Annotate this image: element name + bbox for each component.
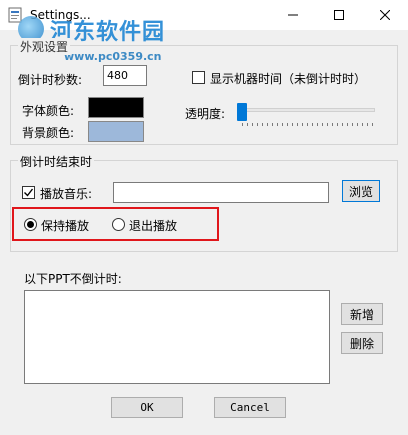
play-music-checkbox[interactable] bbox=[22, 186, 35, 199]
font-color-swatch[interactable] bbox=[88, 97, 144, 118]
countdown-seconds-label: 倒计时秒数: bbox=[18, 73, 83, 87]
delete-ppt-button[interactable]: 删除 bbox=[341, 332, 383, 354]
exit-playing-radio[interactable] bbox=[112, 218, 125, 231]
radio-selected-dot bbox=[27, 221, 34, 228]
opacity-slider-track[interactable] bbox=[240, 108, 375, 112]
close-button[interactable] bbox=[362, 0, 408, 30]
show-machine-time-checkbox[interactable] bbox=[192, 71, 205, 84]
checkmark-icon bbox=[24, 188, 34, 197]
minimize-icon bbox=[288, 14, 298, 16]
ppt-exclusion-list[interactable] bbox=[24, 290, 330, 384]
font-color-label: 字体颜色: bbox=[22, 104, 75, 118]
ok-button[interactable]: OK bbox=[111, 397, 183, 418]
countdown-end-group-title: 倒计时结束时 bbox=[18, 153, 95, 170]
opacity-label: 透明度: bbox=[185, 107, 226, 121]
appearance-group-title: 外观设置 bbox=[18, 38, 71, 55]
keep-playing-label: 保持播放 bbox=[41, 219, 90, 233]
add-ppt-button[interactable]: 新增 bbox=[341, 303, 383, 325]
opacity-slider-thumb[interactable] bbox=[237, 103, 247, 121]
exit-playing-label: 退出播放 bbox=[129, 219, 178, 233]
maximize-button[interactable] bbox=[316, 0, 362, 30]
cancel-button[interactable]: Cancel bbox=[214, 397, 286, 418]
play-music-label: 播放音乐: bbox=[40, 187, 93, 201]
maximize-icon bbox=[334, 10, 344, 20]
ppt-exclusion-label: 以下PPT不倒计时: bbox=[24, 272, 122, 286]
keep-playing-radio[interactable] bbox=[24, 218, 37, 231]
show-machine-time-label: 显示机器时间（未倒计时时） bbox=[210, 72, 367, 86]
countdown-seconds-input[interactable] bbox=[103, 65, 147, 86]
browse-button[interactable]: 浏览 bbox=[342, 180, 380, 202]
close-icon bbox=[380, 10, 390, 20]
minimize-button[interactable] bbox=[270, 0, 316, 30]
background-color-label: 背景颜色: bbox=[22, 126, 75, 140]
background-color-swatch[interactable] bbox=[88, 121, 144, 142]
opacity-slider-ticks bbox=[242, 123, 374, 126]
music-path-input[interactable] bbox=[113, 182, 329, 203]
